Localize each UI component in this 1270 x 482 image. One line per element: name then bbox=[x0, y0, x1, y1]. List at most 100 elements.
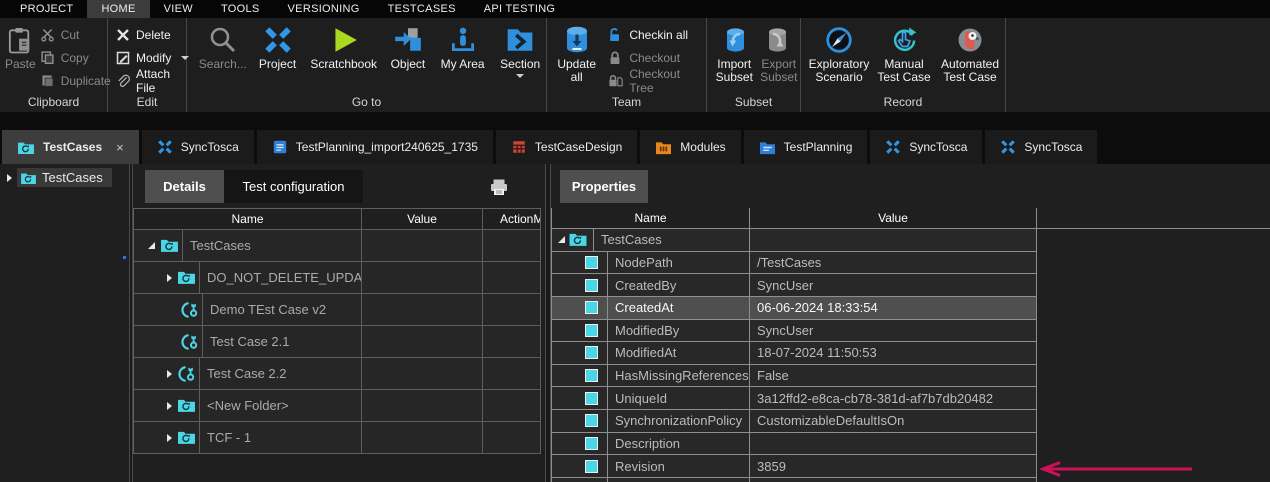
menu-tools[interactable]: TOOLS bbox=[207, 0, 274, 18]
tab-testplanning-import[interactable]: TestPlanning_import240625_1735 bbox=[257, 130, 493, 164]
property-name: CreatedAt bbox=[607, 297, 749, 319]
property-row-createdat[interactable]: CreatedAt 06-06-2024 18:33:54 bbox=[551, 297, 1038, 320]
action-cell bbox=[483, 422, 541, 454]
expander-icon[interactable] bbox=[558, 236, 565, 243]
ribbon-group-label: Team bbox=[547, 95, 706, 112]
property-value: False bbox=[750, 368, 789, 383]
tab-synctosca-1[interactable]: SyncTosca bbox=[142, 130, 254, 164]
table-row[interactable]: Test Case 2.2 bbox=[134, 358, 541, 390]
planning-folder-icon bbox=[759, 140, 776, 155]
print-button[interactable] bbox=[488, 176, 510, 198]
tosca-logo-icon bbox=[263, 22, 293, 58]
menu-view[interactable]: VIEW bbox=[150, 0, 207, 18]
search-button[interactable]: Search... bbox=[197, 18, 249, 71]
my-area-button[interactable]: My Area bbox=[435, 18, 490, 71]
paste-button[interactable]: Paste bbox=[5, 18, 36, 71]
value-cell bbox=[362, 230, 483, 262]
property-value: CustomizableDefaultIsOn bbox=[750, 413, 904, 428]
tab-synctosca-3[interactable]: SyncTosca bbox=[985, 130, 1097, 164]
expander-icon[interactable] bbox=[167, 274, 172, 282]
update-all-button[interactable]: Update all bbox=[553, 18, 600, 84]
property-row-synchronizationpolicy[interactable]: SynchronizationPolicy CustomizableDefaul… bbox=[551, 410, 1038, 433]
table-row[interactable]: TCF - 1 bbox=[134, 422, 541, 454]
copy-icon bbox=[40, 50, 55, 65]
tab-modules[interactable]: Modules bbox=[640, 130, 740, 164]
checkin-all-button[interactable]: Checkin all bbox=[607, 25, 706, 44]
attach-file-button[interactable]: Attach File bbox=[116, 71, 189, 90]
import-subset-button[interactable]: Import Subset bbox=[713, 18, 756, 84]
table-row[interactable]: TestCases bbox=[134, 230, 541, 262]
tab-label: TestCaseDesign bbox=[535, 140, 622, 154]
exploratory-scenario-button[interactable]: Exploratory Scenario bbox=[806, 18, 872, 84]
expander-icon[interactable] bbox=[7, 174, 12, 182]
tab-synctosca-2[interactable]: SyncTosca bbox=[870, 130, 982, 164]
menu-versioning[interactable]: VERSIONING bbox=[274, 0, 374, 18]
export-subset-button[interactable]: Export Subset bbox=[758, 18, 801, 84]
expander-icon[interactable] bbox=[148, 242, 155, 249]
lock-tree-icon bbox=[607, 73, 623, 89]
copy-button[interactable]: Copy bbox=[40, 48, 111, 67]
table-row[interactable]: Test Case 2.1 bbox=[134, 326, 541, 358]
value-cell bbox=[362, 422, 483, 454]
property-row-uniqueid[interactable]: UniqueId 3a12ffd2-e8ca-cb78-381d-af7b7db… bbox=[551, 387, 1038, 410]
tab-details[interactable]: Details bbox=[145, 170, 224, 203]
tab-testcases[interactable]: TestCases × bbox=[2, 130, 139, 164]
column-header-name[interactable]: Name bbox=[134, 209, 362, 230]
delete-label: Delete bbox=[136, 28, 171, 42]
menu-api-testing[interactable]: API TESTING bbox=[470, 0, 570, 18]
property-row-createdby[interactable]: CreatedBy SyncUser bbox=[551, 274, 1038, 297]
close-icon[interactable]: × bbox=[116, 140, 124, 155]
tab-testplanning[interactable]: TestPlanning bbox=[744, 130, 868, 164]
menu-bar: PROJECT HOME VIEW TOOLS VERSIONING TESTC… bbox=[0, 0, 1270, 18]
property-name: UniqueId bbox=[607, 387, 749, 409]
table-row[interactable]: <New Folder> bbox=[134, 390, 541, 422]
property-name: ModifiedAt bbox=[607, 342, 749, 364]
property-row-revision[interactable]: Revision 3859 bbox=[551, 455, 1038, 478]
property-row-nodepath[interactable]: NodePath /TestCases bbox=[551, 252, 1038, 275]
testcases-folder-icon bbox=[17, 140, 35, 155]
expander-icon[interactable] bbox=[167, 434, 172, 442]
duplicate-button[interactable]: Duplicate bbox=[40, 71, 111, 90]
table-row[interactable]: Demo TEst Case v2 bbox=[134, 294, 541, 326]
table-row[interactable]: DO_NOT_DELETE_UPDA... bbox=[134, 262, 541, 294]
tab-test-configuration[interactable]: Test configuration bbox=[224, 170, 363, 203]
testcases-folder-icon bbox=[177, 397, 196, 414]
property-row-root[interactable]: TestCases bbox=[551, 229, 1038, 252]
column-header-name[interactable]: Name bbox=[551, 208, 750, 228]
expander-icon[interactable] bbox=[167, 370, 172, 378]
goto-project-button[interactable]: Project bbox=[253, 18, 303, 71]
modify-button[interactable]: Modify bbox=[116, 48, 189, 67]
delete-button[interactable]: Delete bbox=[116, 25, 189, 44]
ribbon-spacer bbox=[1006, 18, 1270, 112]
cut-button[interactable]: Cut bbox=[40, 25, 111, 44]
tab-testcasedesign[interactable]: TestCaseDesign bbox=[496, 130, 637, 164]
property-row-hasmissingreferences[interactable]: HasMissingReferences False bbox=[551, 365, 1038, 388]
menu-home[interactable]: HOME bbox=[87, 0, 149, 18]
manual-test-case-button[interactable]: Manual Test Case bbox=[874, 18, 934, 84]
checkout-button[interactable]: Checkout bbox=[607, 48, 706, 67]
manual-test-case-label: Manual Test Case bbox=[874, 58, 934, 84]
property-row-modifiedby[interactable]: ModifiedBy SyncUser bbox=[551, 320, 1038, 343]
goto-section-button[interactable]: Section bbox=[494, 18, 546, 78]
property-name: NodePath bbox=[607, 252, 749, 274]
expander-icon[interactable] bbox=[167, 402, 172, 410]
goto-object-button[interactable]: Object bbox=[385, 18, 431, 71]
property-row-modifiedat[interactable]: ModifiedAt 18-07-2024 11:50:53 bbox=[551, 342, 1038, 365]
menu-project[interactable]: PROJECT bbox=[6, 0, 87, 18]
database-export-icon bbox=[764, 22, 794, 58]
property-value: 3859 bbox=[750, 459, 786, 474]
column-header-actionmode[interactable]: ActionMode bbox=[483, 209, 541, 230]
property-row-description[interactable]: Description bbox=[551, 433, 1038, 456]
row-label: Test Case 2.1 bbox=[202, 326, 361, 357]
tree-item-testcases[interactable]: TestCases bbox=[0, 167, 112, 188]
tab-properties[interactable]: Properties bbox=[560, 170, 648, 203]
column-header-value[interactable]: Value bbox=[362, 209, 483, 230]
scratchbook-button[interactable]: Scratchbook bbox=[306, 18, 381, 71]
checkout-tree-button[interactable]: Checkout Tree bbox=[607, 71, 706, 90]
automated-test-case-button[interactable]: Automated Test Case bbox=[936, 18, 1004, 84]
column-header-value[interactable]: Value bbox=[750, 208, 1037, 228]
value-cell bbox=[362, 390, 483, 422]
menu-testcases[interactable]: TESTCASES bbox=[374, 0, 470, 18]
ribbon-group-label: Clipboard bbox=[0, 95, 107, 112]
property-value: 06-06-2024 18:33:54 bbox=[750, 300, 878, 315]
